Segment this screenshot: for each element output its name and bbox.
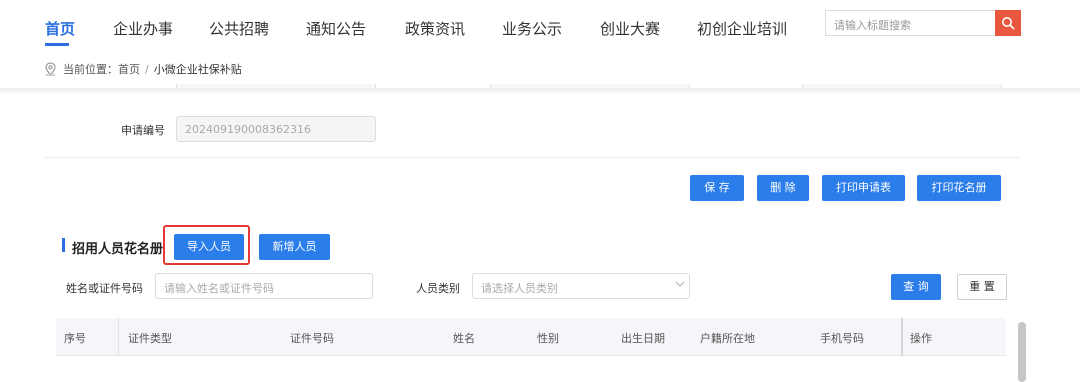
add-person-button[interactable]: 新增人员 <box>259 234 330 260</box>
col-header-index: 序号 <box>64 332 86 345</box>
application-no-field: 202409190008362316 <box>176 116 376 142</box>
top-nav: 首页 企业办事 公共招聘 通知公告 政策资讯 业务公示 创业大赛 初创企业培训 … <box>0 0 1080 52</box>
print-roster-button[interactable]: 打印花名册 <box>917 175 1001 201</box>
vertical-scrollbar[interactable] <box>1018 322 1026 382</box>
location-pin-icon <box>45 62 56 76</box>
col-header-hukou-location: 户籍所在地 <box>700 332 755 345</box>
nav-item-startup-contest[interactable]: 创业大赛 <box>600 18 660 39</box>
filter-type-label: 人员类别 <box>416 282 460 295</box>
breadcrumb-current: 小微企业社保补贴 <box>153 63 242 76</box>
filter-name-label: 姓名或证件号码 <box>66 282 143 295</box>
filter-name-input[interactable]: 请输入姓名或证件号码 <box>155 273 373 299</box>
delete-button[interactable]: 删 除 <box>757 175 809 201</box>
save-button[interactable]: 保 存 <box>690 175 744 201</box>
col-header-birth-date: 出生日期 <box>621 332 665 345</box>
section-title: 招用人员花名册 <box>72 242 164 257</box>
scroll-shadow <box>0 88 1080 96</box>
col-header-id-type: 证件类型 <box>128 332 172 345</box>
col-header-name: 姓名 <box>453 332 475 345</box>
highlight-box <box>163 225 250 265</box>
search-input[interactable]: 请输入标题搜索 <box>825 10 995 36</box>
query-button[interactable]: 查 询 <box>891 274 941 300</box>
reset-button[interactable]: 重 置 <box>957 274 1007 300</box>
search-button[interactable] <box>995 10 1021 36</box>
chevron-down-icon <box>675 281 685 287</box>
nav-active-indicator <box>45 43 69 46</box>
col-header-phone: 手机号码 <box>820 332 864 345</box>
column-divider <box>901 318 903 356</box>
breadcrumb: 当前位置：首页 / 小微企业社保补贴 <box>44 61 242 77</box>
search-icon <box>1002 17 1015 30</box>
section-divider <box>44 157 1020 158</box>
breadcrumb-prefix: 当前位置： <box>63 63 118 76</box>
nav-item-enterprise-services[interactable]: 企业办事 <box>113 18 173 39</box>
nav-item-startup-training[interactable]: 初创企业培训 <box>697 18 787 39</box>
print-application-button[interactable]: 打印申请表 <box>822 175 905 201</box>
section-title-marker <box>62 238 65 252</box>
nav-item-policy-news[interactable]: 政策资讯 <box>405 18 465 39</box>
filter-type-select[interactable]: 请选择人员类别 <box>472 273 690 299</box>
col-header-actions: 操作 <box>910 332 932 345</box>
breadcrumb-home-link[interactable]: 首页 <box>118 63 140 76</box>
breadcrumb-separator: / <box>145 62 149 76</box>
nav-item-home[interactable]: 首页 <box>45 18 75 39</box>
nav-item-notices[interactable]: 通知公告 <box>306 18 366 39</box>
col-header-id-number: 证件号码 <box>290 332 334 345</box>
nav-item-business-publicity[interactable]: 业务公示 <box>502 18 562 39</box>
nav-item-public-recruitment[interactable]: 公共招聘 <box>209 18 269 39</box>
application-no-label: 申请编号 <box>121 124 165 137</box>
column-divider <box>118 318 119 356</box>
col-header-gender: 性别 <box>537 332 559 345</box>
